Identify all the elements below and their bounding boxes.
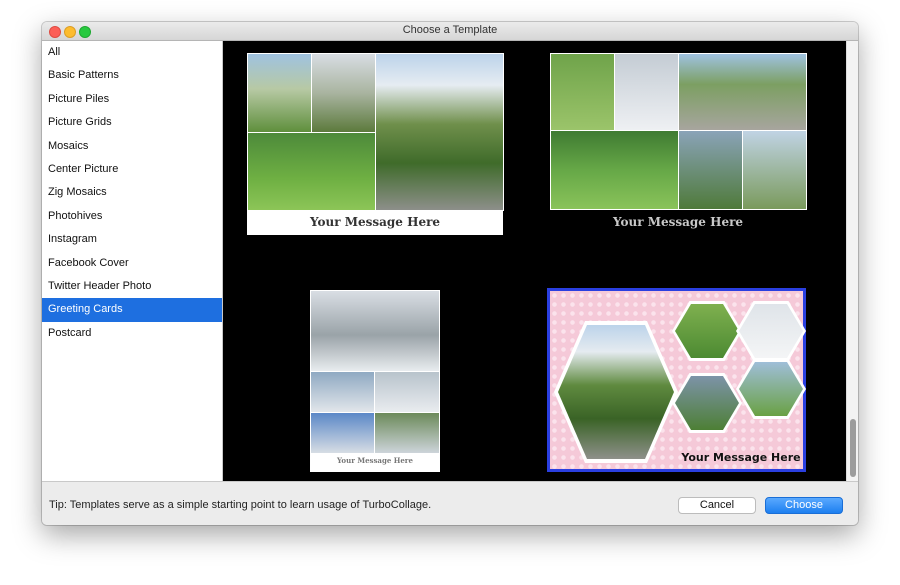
sidebar-item-facebook-cover[interactable]: Facebook Cover — [42, 252, 222, 275]
sidebar-item-basic-patterns[interactable]: Basic Patterns — [42, 64, 222, 87]
sidebar-item-photohives[interactable]: Photohives — [42, 205, 222, 228]
cancel-button[interactable]: Cancel — [678, 497, 756, 514]
category-sidebar: All Basic Patterns Picture Piles Picture… — [42, 41, 223, 481]
template-photo — [247, 132, 376, 211]
template-photo — [375, 53, 504, 211]
template-photo — [614, 53, 679, 131]
scrollbar-thumb[interactable] — [850, 419, 856, 477]
template-photo — [310, 412, 375, 454]
sidebar-item-instagram[interactable]: Instagram — [42, 228, 222, 251]
sidebar-item-picture-grids[interactable]: Picture Grids — [42, 111, 222, 134]
template-photo — [678, 53, 807, 131]
sidebar-item-all[interactable]: All — [42, 41, 222, 64]
sidebar-item-twitter-header-photo[interactable]: Twitter Header Photo — [42, 275, 222, 298]
template-photo — [374, 371, 440, 413]
template-photo — [311, 53, 376, 133]
choose-button[interactable]: Choose — [765, 497, 843, 514]
template-photo — [742, 130, 807, 210]
title-bar: Choose a Template — [42, 22, 858, 41]
window-title: Choose a Template — [402, 24, 498, 36]
template-message: Your Message Here — [681, 451, 801, 464]
template-card-3[interactable]: Your Message Here — [310, 290, 440, 472]
sidebar-item-zig-mosaics[interactable]: Zig Mosaics — [42, 181, 222, 204]
template-card-1[interactable]: Your Message Here — [247, 53, 504, 235]
template-message: Your Message Here — [337, 456, 413, 465]
template-photo — [310, 290, 440, 372]
sidebar-item-greeting-cards[interactable]: Greeting Cards — [42, 298, 222, 322]
sidebar-item-center-picture[interactable]: Center Picture — [42, 158, 222, 181]
choose-template-window: Choose a Template All Basic Patterns Pic… — [42, 22, 858, 525]
template-photo — [374, 412, 440, 454]
sidebar-item-postcard[interactable]: Postcard — [42, 322, 222, 345]
template-photo — [678, 130, 743, 210]
template-card-4[interactable]: Your Message Here — [547, 288, 806, 472]
sidebar-item-mosaics[interactable]: Mosaics — [42, 135, 222, 158]
dialog-footer: Tip: Templates serve as a simple startin… — [42, 481, 858, 525]
sidebar-item-picture-piles[interactable]: Picture Piles — [42, 88, 222, 111]
template-card-2[interactable]: Your Message Here — [550, 53, 807, 235]
template-gallery: Your Message Here Your Message Here Your… — [223, 41, 846, 481]
template-photo — [247, 53, 312, 133]
gallery-scrollbar[interactable] — [846, 41, 858, 481]
tip-text: Tip: Templates serve as a simple startin… — [49, 499, 432, 511]
template-photo — [550, 53, 615, 131]
template-message: Your Message Here — [309, 215, 441, 229]
template-photo — [310, 371, 375, 413]
template-photo — [550, 130, 679, 210]
template-message: Your Message Here — [612, 215, 744, 229]
